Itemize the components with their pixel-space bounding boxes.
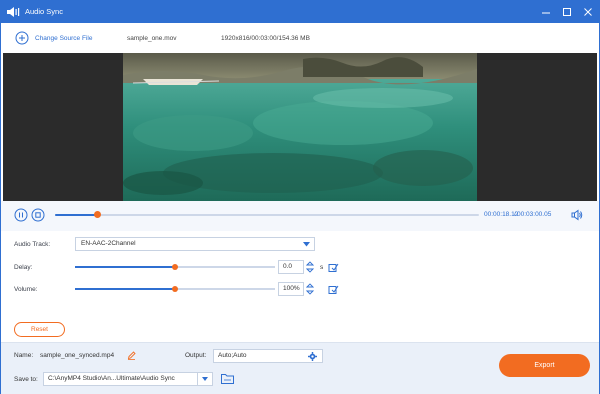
- export-button[interactable]: Export: [499, 354, 590, 377]
- minimize-icon[interactable]: [539, 5, 553, 19]
- source-info-bar: Change Source File sample_one.mov 1920x8…: [1, 23, 599, 53]
- video-preview: [3, 53, 597, 201]
- pause-icon[interactable]: [14, 208, 28, 222]
- output-label: Output:: [185, 352, 207, 359]
- audio-track-select[interactable]: EN-AAC-2Channel: [75, 237, 315, 251]
- video-frame-image: [123, 53, 477, 201]
- gear-icon[interactable]: [308, 352, 317, 361]
- audio-track-value: EN-AAC-2Channel: [81, 240, 136, 247]
- chevron-down-icon: [303, 242, 310, 247]
- add-circle-icon: [15, 31, 29, 45]
- delay-slider-fill: [75, 266, 175, 268]
- volume-label: Volume:: [14, 286, 38, 293]
- output-format-value: Auto;Auto: [218, 352, 247, 359]
- title-bar: Audio Sync: [1, 1, 599, 23]
- volume-stepper-icon[interactable]: [306, 282, 314, 296]
- time-separator: /: [514, 211, 516, 218]
- speaker-icon[interactable]: [571, 209, 583, 221]
- pencil-edit-icon[interactable]: [127, 351, 136, 360]
- close-icon[interactable]: [581, 5, 595, 19]
- delay-value: 0.0: [283, 263, 293, 270]
- delay-label: Delay:: [14, 264, 33, 271]
- maximize-icon[interactable]: [560, 5, 574, 19]
- output-file-name: sample_one_synced.mp4: [40, 352, 115, 359]
- reset-button[interactable]: Reset: [14, 322, 65, 337]
- folder-icon[interactable]: [221, 373, 234, 384]
- audio-sync-logo-icon: [7, 7, 20, 17]
- save-to-label: Save to:: [14, 376, 38, 383]
- window-title: Audio Sync: [25, 7, 63, 16]
- stop-icon[interactable]: [31, 208, 45, 222]
- audio-sync-window: Audio Sync Change Source File sample_one…: [0, 0, 600, 394]
- volume-input[interactable]: 100%: [278, 282, 304, 296]
- change-source-file-label: Change Source File: [35, 34, 93, 42]
- name-label: Name:: [14, 352, 34, 359]
- delay-unit: s: [320, 264, 324, 271]
- playback-controls: 00:00:18.12 / 00:03:00.05: [1, 201, 599, 231]
- volume-slider-fill: [75, 288, 175, 290]
- volume-value: 100%: [283, 285, 300, 292]
- playback-progress-thumb[interactable]: [94, 211, 102, 218]
- change-source-file-button[interactable]: Change Source File: [15, 30, 92, 46]
- delay-slider[interactable]: [75, 263, 275, 270]
- delay-stepper-icon[interactable]: [306, 260, 314, 274]
- output-format-selector[interactable]: Auto;Auto: [213, 349, 323, 363]
- audio-track-label: Audio Track:: [14, 241, 51, 248]
- playback-progress-slider[interactable]: [55, 211, 479, 218]
- save-to-dropdown-icon[interactable]: [197, 372, 213, 386]
- source-file-meta: 1920x816/00:03:00/154.36 MB: [221, 35, 310, 42]
- source-file-name: sample_one.mov: [127, 35, 177, 42]
- total-time: 00:03:00.05: [517, 211, 552, 218]
- delay-input[interactable]: 0.0: [278, 260, 304, 274]
- delay-slider-thumb[interactable]: [172, 263, 178, 270]
- save-to-path: C:\AnyMP4 Studio\An...Ultimate\Audio Syn…: [48, 375, 175, 382]
- volume-slider[interactable]: [75, 285, 275, 292]
- delay-apply-icon[interactable]: [328, 262, 339, 273]
- playback-progress-fill: [55, 214, 98, 216]
- volume-slider-thumb[interactable]: [172, 285, 178, 292]
- output-bar: Name: sample_one_synced.mp4 Output: Auto…: [1, 342, 599, 394]
- save-to-path-field[interactable]: C:\AnyMP4 Studio\An...Ultimate\Audio Syn…: [43, 372, 213, 386]
- volume-apply-icon[interactable]: [328, 284, 339, 295]
